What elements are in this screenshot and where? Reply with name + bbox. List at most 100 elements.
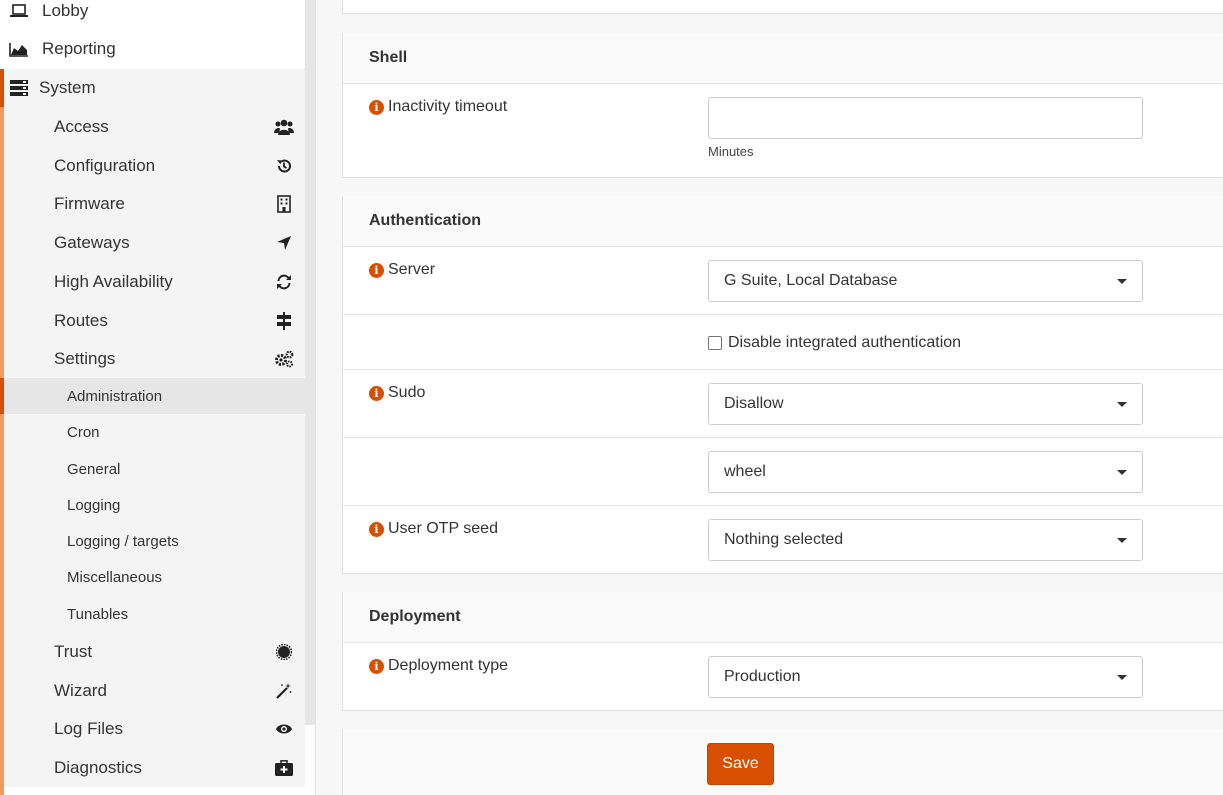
disable-integrated-checkbox-wrap[interactable]: Disable integrated authentication [708, 334, 961, 352]
sidebar-item-access[interactable]: Access [0, 108, 305, 146]
sidebar-item-log-files[interactable]: Log Files [0, 710, 305, 748]
sudo-select[interactable]: Disallow [708, 383, 1143, 425]
refresh-icon [274, 274, 294, 290]
area-chart-icon [9, 42, 29, 57]
deployment-panel: Deployment i Deployment type Production [342, 592, 1223, 711]
certificate-icon [274, 644, 294, 660]
sidebar-item-logging[interactable]: Logging [0, 487, 305, 523]
sidebar-item-diagnostics[interactable]: Diagnostics [0, 749, 305, 787]
server-select[interactable]: G Suite, Local Database [708, 260, 1143, 302]
sidebar-item-cron[interactable]: Cron [0, 414, 305, 450]
server-icon [9, 80, 29, 96]
sidebar-item-lobby[interactable]: Lobby [0, 0, 305, 30]
select-value: Production [724, 668, 801, 685]
sidebar-item-tunables[interactable]: Tunables [0, 596, 305, 632]
section-title: Shell [343, 33, 1223, 84]
sidebar-item-reporting[interactable]: Reporting [0, 30, 305, 68]
sidebar-item-label: System [39, 78, 96, 97]
label-text: Deployment type [388, 657, 509, 674]
label-text: Server [388, 261, 436, 278]
previous-panel [342, 0, 1223, 14]
label-text: Inactivity timeout [388, 98, 508, 115]
field-label: i User OTP seed [369, 520, 498, 538]
deployment-type-select[interactable]: Production [708, 656, 1143, 698]
disable-integrated-row: Disable integrated authentication [343, 315, 1223, 370]
inactivity-timeout-row: i Inactivity timeout Minutes [343, 84, 1223, 177]
caret-down-icon [1117, 538, 1127, 543]
sidebar-item-routes[interactable]: Routes [0, 302, 305, 340]
sidebar-item-label: Tunables [67, 605, 129, 623]
sidebar-item-label: High Availability [54, 272, 173, 291]
sidebar-item-label: Administration [67, 387, 163, 405]
signpost-icon [274, 312, 294, 330]
field-label: i Deployment type [369, 657, 508, 675]
field-label: i Inactivity timeout [369, 98, 507, 116]
actions-panel [342, 729, 1223, 795]
sidebar-item-label: Cron [67, 423, 100, 441]
sidebar-item-label: Lobby [42, 1, 89, 20]
building-icon [274, 195, 294, 213]
sidebar-item-label: Routes [54, 311, 108, 330]
user-otp-seed-select[interactable]: Nothing selected [708, 519, 1143, 561]
caret-down-icon [1117, 675, 1127, 680]
sidebar-item-configuration[interactable]: Configuration [0, 147, 305, 185]
sidebar-item-label: Reporting [42, 39, 116, 58]
sidebar-item-label: Configuration [54, 156, 156, 175]
sidebar-item-miscellaneous[interactable]: Miscellaneous [0, 559, 305, 595]
eye-icon [274, 723, 294, 735]
sidebar-item-administration[interactable]: Administration [4, 378, 305, 414]
sidebar-item-label: General [67, 460, 121, 478]
sudo-group-select[interactable]: wheel [708, 451, 1143, 493]
user-otp-seed-row: i User OTP seed Nothing selected [343, 506, 1223, 573]
sidebar-item-firmware[interactable]: Firmware [0, 185, 305, 223]
sudo-row: i Sudo Disallow [343, 370, 1223, 438]
sidebar-item-trust[interactable]: Trust [0, 633, 305, 671]
sidebar-item-label: Logging [67, 496, 121, 514]
checkbox-label[interactable]: Disable integrated authentication [728, 334, 961, 352]
sidebar: Lobby Reporting System Access Configurat… [0, 0, 316, 795]
label-text: Sudo [388, 384, 426, 401]
magic-icon [274, 683, 294, 699]
sidebar-item-system[interactable]: System [4, 69, 305, 107]
inactivity-timeout-hint: Minutes [708, 144, 754, 159]
field-label: i Sudo [369, 384, 425, 402]
info-icon[interactable]: i [369, 385, 384, 401]
sidebar-item-label: Settings [54, 349, 116, 368]
caret-down-icon [1117, 402, 1127, 407]
sidebar-item-settings[interactable]: Settings [0, 340, 305, 378]
sidebar-item-general[interactable]: General [0, 451, 305, 487]
deployment-type-row: i Deployment type Production [343, 643, 1223, 710]
authentication-panel: Authentication i Server G Suite, Local D… [342, 196, 1223, 574]
caret-down-icon [1117, 279, 1127, 284]
info-icon[interactable]: i [369, 262, 384, 278]
info-icon[interactable]: i [369, 658, 384, 674]
select-value: Disallow [724, 395, 784, 412]
disable-integrated-checkbox[interactable] [708, 336, 722, 350]
sidebar-item-label: Log Files [54, 719, 123, 738]
sidebar-item-wizard[interactable]: Wizard [0, 672, 305, 710]
history-icon [274, 158, 294, 174]
inactivity-timeout-input[interactable] [708, 97, 1143, 139]
sudo-group-row: wheel [343, 438, 1223, 506]
sidebar-item-label: Wizard [54, 681, 107, 700]
select-value: G Suite, Local Database [724, 272, 898, 289]
sidebar-item-high-availability[interactable]: High Availability [0, 263, 305, 301]
field-label: i Server [369, 261, 435, 279]
save-button[interactable]: Save [707, 743, 774, 785]
sidebar-item-label: Trust [54, 642, 93, 661]
server-row: i Server G Suite, Local Database [343, 247, 1223, 315]
info-icon[interactable]: i [369, 99, 384, 115]
sidebar-item-gateways[interactable]: Gateways [0, 224, 305, 262]
sidebar-scrollbar[interactable] [304, 0, 315, 725]
info-icon[interactable]: i [369, 521, 384, 537]
section-title: Authentication [343, 196, 1223, 247]
sidebar-item-label: Diagnostics [54, 758, 142, 777]
section-title: Deployment [343, 592, 1223, 643]
caret-down-icon [1117, 470, 1127, 475]
laptop-icon [9, 4, 29, 18]
cogs-icon [274, 350, 294, 368]
sidebar-item-label: Logging / targets [67, 532, 179, 550]
location-arrow-icon [274, 235, 294, 251]
sidebar-item-logging-targets[interactable]: Logging / targets [0, 523, 305, 559]
medkit-icon [274, 760, 294, 776]
